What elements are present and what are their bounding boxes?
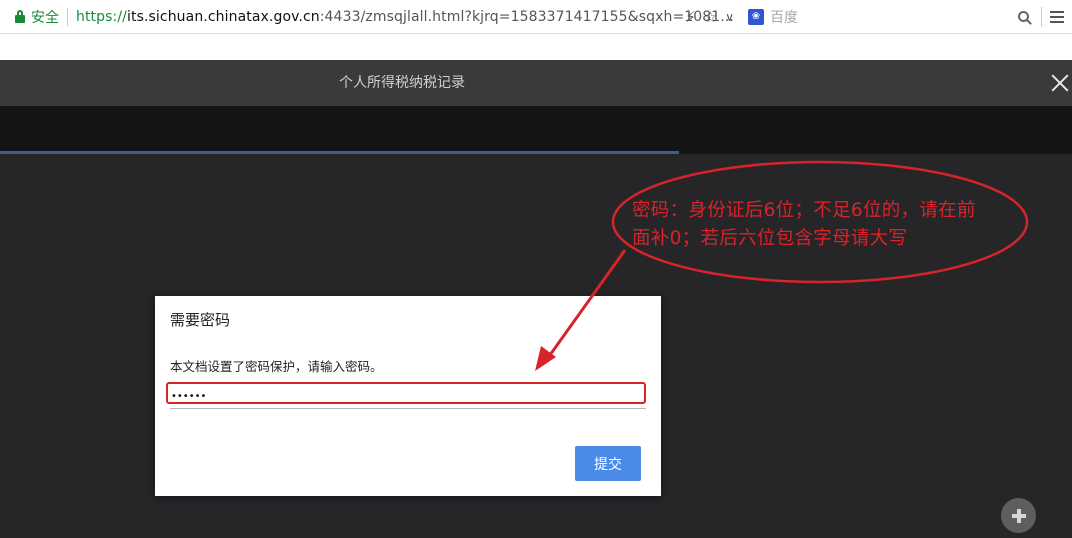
star-icon[interactable]: ☆	[704, 8, 717, 26]
chevron-down-icon[interactable]: ∨	[725, 10, 734, 24]
url-host: its.sichuan.chinatax.gov.cn	[126, 8, 320, 25]
collapse-button[interactable]	[1001, 498, 1036, 533]
menu-icon[interactable]	[1050, 8, 1064, 26]
password-dialog: 需要密码 本文档设置了密码保护，请输入密码。 提交	[155, 296, 661, 496]
divider	[67, 7, 68, 26]
annotation-line-1: 密码：身份证后6位；不足6位的，请在前	[632, 200, 976, 221]
baidu-paw-icon: ❀	[748, 8, 764, 25]
url-scheme: https://	[76, 8, 127, 25]
annotation-line-2: 面补0；若后六位包含字母请大写	[632, 228, 908, 249]
bookmark-bar	[0, 34, 1072, 60]
screen: 安全 https://its.sichuan.chinatax.gov.cn:4…	[0, 0, 1072, 538]
close-icon[interactable]	[1050, 73, 1070, 93]
search-engine-box[interactable]: ❀ 百度	[748, 7, 1018, 27]
input-underline	[170, 408, 646, 409]
browser-actions: ⚡ ☆ ∨ ❀ 百度	[681, 0, 1072, 33]
password-field-highlight	[166, 382, 646, 406]
viewer-header: 个人所得税纳税记录	[0, 60, 1072, 106]
viewer-toolbar	[0, 106, 1072, 152]
password-input[interactable]	[168, 387, 644, 406]
lock-icon	[15, 10, 25, 23]
divider	[1041, 6, 1042, 27]
lightning-icon[interactable]: ⚡	[685, 8, 696, 26]
secure-label: 安全	[31, 9, 59, 26]
search-engine-label: 百度	[770, 9, 798, 26]
search-icon[interactable]	[1018, 11, 1029, 22]
dialog-title: 需要密码	[170, 311, 231, 329]
annotation-text: 密码：身份证后6位；不足6位的，请在前 面补0；若后六位包含字母请大写	[632, 197, 1022, 253]
viewer-title: 个人所得税纳税记录	[339, 75, 465, 91]
address-bar[interactable]: 安全 https://its.sichuan.chinatax.gov.cn:4…	[0, 0, 1072, 34]
submit-button[interactable]: 提交	[575, 446, 641, 481]
dialog-message: 本文档设置了密码保护，请输入密码。	[170, 359, 383, 374]
url-text[interactable]: https://its.sichuan.chinatax.gov.cn:4433…	[76, 9, 734, 25]
collapse-icon	[1011, 508, 1026, 523]
url-path: :4433/zmsqjlall.html?kjrq=1583371417155&…	[319, 8, 734, 25]
